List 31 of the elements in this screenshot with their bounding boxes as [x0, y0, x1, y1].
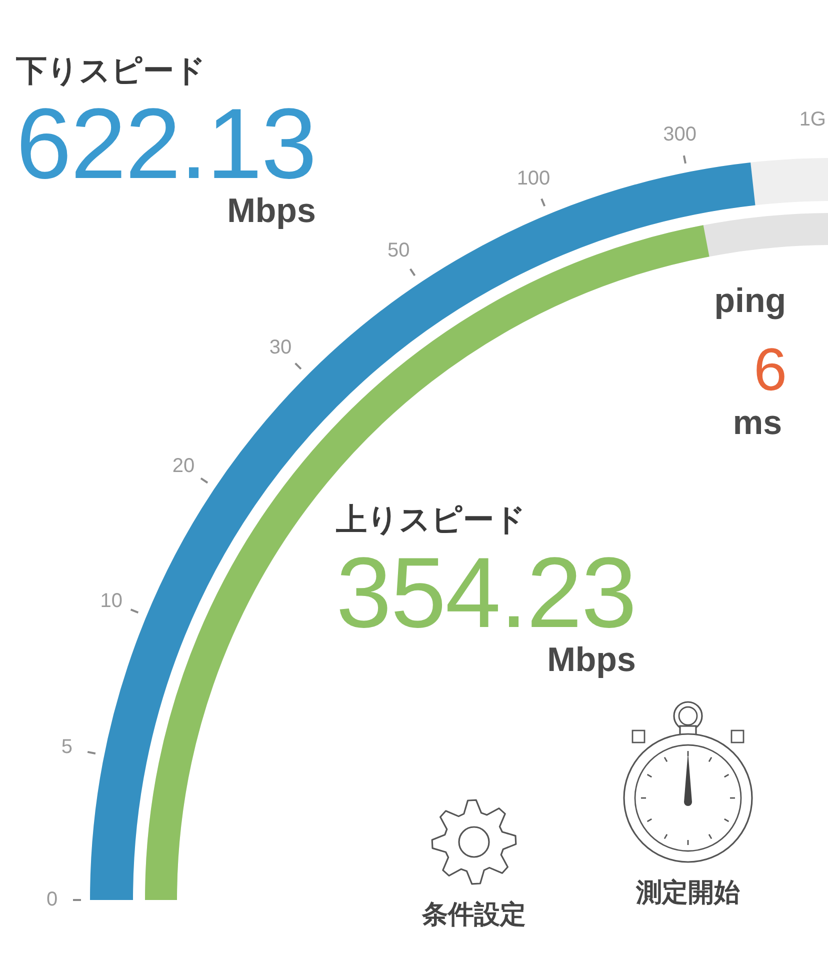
tick-mark — [73, 899, 81, 901]
speed-value: 354.23 — [336, 543, 636, 644]
stopwatch-icon — [620, 700, 756, 864]
unit-label: Mbps — [227, 194, 316, 228]
ping-value: 6 — [754, 340, 786, 400]
tick-mark — [294, 362, 302, 370]
settings-button[interactable]: 条件設定 — [422, 798, 526, 935]
tick-mark — [87, 750, 96, 754]
unit-label: Mbps — [547, 643, 636, 678]
scale-label: 10 — [100, 590, 122, 612]
speed-label: 上りスピード — [336, 503, 527, 538]
button-label: 条件設定 — [422, 899, 526, 932]
scale-label: 5 — [61, 736, 73, 758]
scale-label: 0 — [46, 888, 58, 910]
ping-label: ping — [714, 284, 786, 318]
tick-mark — [540, 198, 546, 207]
scale-label: 300 — [663, 123, 697, 146]
scale-label: 20 — [172, 454, 195, 477]
start-button[interactable]: 測定開始 — [620, 700, 756, 913]
scale-label: 50 — [388, 240, 410, 262]
tick-mark — [130, 608, 139, 614]
tick-mark — [409, 268, 416, 276]
speed-value: 622.13 — [16, 94, 316, 194]
scale-label: 100 — [516, 168, 550, 190]
scale-label: 30 — [269, 336, 292, 359]
speed-label: 下りスピード — [16, 54, 207, 88]
button-label: 測定開始 — [636, 877, 740, 910]
tick-mark — [200, 477, 208, 484]
scale-label: 1G — [799, 108, 826, 130]
unit-label: ms — [732, 406, 782, 440]
tick-mark — [682, 155, 686, 164]
